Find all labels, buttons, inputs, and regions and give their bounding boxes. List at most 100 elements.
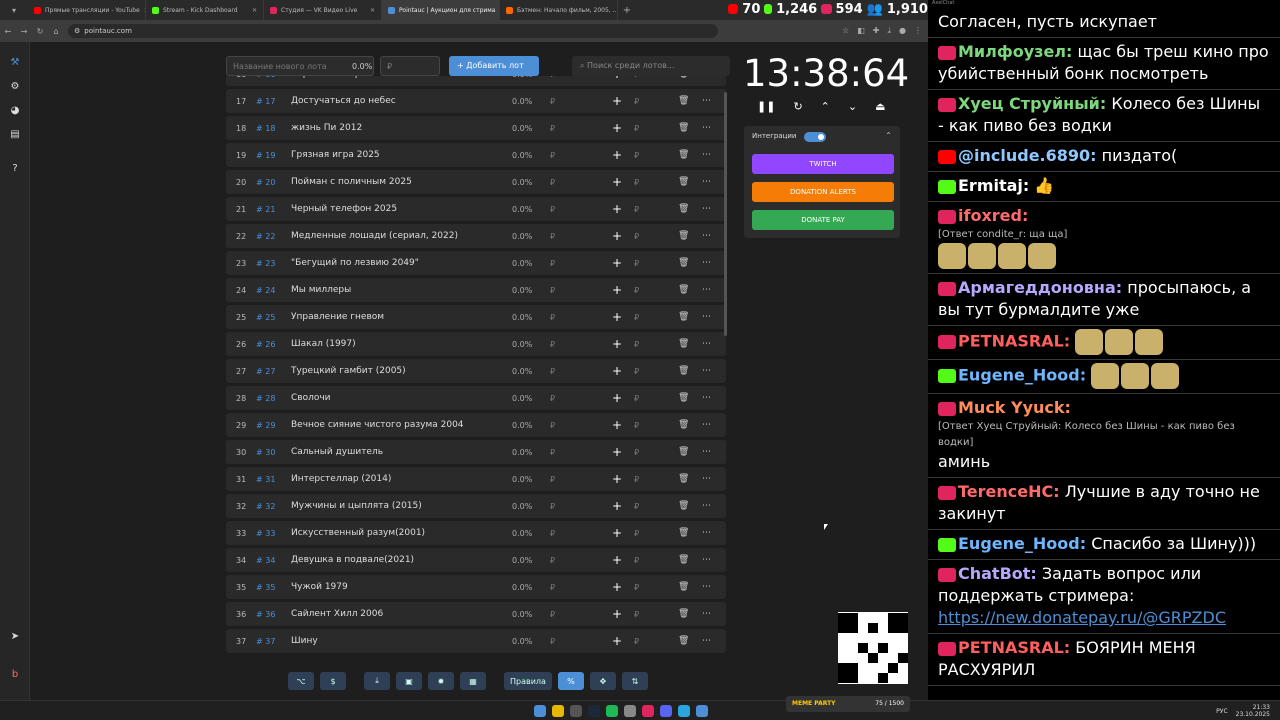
- lot-row[interactable]: 26 # 26 Шакал (1997) 0.0% ₽ + ₽ 🗑 ⋯: [226, 332, 726, 356]
- browser-task-icon[interactable]: [696, 705, 708, 717]
- add-amount-icon[interactable]: +: [612, 256, 622, 270]
- clear-icon[interactable]: ▦: [460, 672, 486, 690]
- spotify-icon[interactable]: [606, 705, 618, 717]
- lot-amount[interactable]: ₽: [550, 529, 555, 538]
- percent-mode-button[interactable]: %: [557, 672, 584, 690]
- lot-add-amount-input[interactable]: ₽: [634, 637, 639, 646]
- add-amount-icon[interactable]: +: [612, 148, 622, 162]
- telegram-task-icon[interactable]: [678, 705, 690, 717]
- lot-amount[interactable]: ₽: [550, 286, 555, 295]
- start-icon[interactable]: [534, 705, 546, 717]
- delete-icon[interactable]: 🗑: [678, 231, 689, 241]
- add-amount-icon[interactable]: +: [612, 580, 622, 594]
- lot-amount[interactable]: ₽: [550, 124, 555, 133]
- reload-icon[interactable]: ↻: [32, 27, 48, 36]
- more-icon[interactable]: ⋯: [702, 150, 711, 160]
- tray-lang[interactable]: РУС: [1216, 708, 1227, 715]
- delete-icon[interactable]: 🗑: [678, 636, 689, 646]
- more-icon[interactable]: ⋯: [702, 474, 711, 484]
- back-icon[interactable]: ←: [0, 27, 16, 36]
- delete-icon[interactable]: 🗑: [678, 123, 689, 133]
- add-amount-icon[interactable]: +: [612, 634, 622, 648]
- add-amount-icon[interactable]: +: [612, 337, 622, 351]
- more-icon[interactable]: ⋯: [702, 636, 711, 646]
- donate-link[interactable]: https://new.donatepay.ru/@GRPZDC: [938, 607, 1270, 629]
- lot-name[interactable]: Управление гневом: [291, 312, 384, 322]
- lot-row[interactable]: 36 # 36 Сайлент Хилл 2006 0.0% ₽ + ₽ 🗑 ⋯: [226, 602, 726, 626]
- lot-add-amount-input[interactable]: ₽: [634, 340, 639, 349]
- lot-row[interactable]: 32 # 32 Мужчины и цыплята (2015) 0.0% ₽ …: [226, 494, 726, 518]
- browser-tab[interactable]: Pointauc | Аукцион для стрима ✕: [382, 0, 500, 20]
- more-icon[interactable]: ⋯: [702, 258, 711, 268]
- lot-name[interactable]: Сайлент Хилл 2006: [291, 609, 383, 619]
- lot-name[interactable]: Искусственный разум(2001): [291, 528, 425, 538]
- more-icon[interactable]: ⋯: [702, 204, 711, 214]
- add-amount-icon[interactable]: +: [612, 175, 622, 189]
- lot-name[interactable]: Шакал (1997): [291, 339, 356, 349]
- lot-name[interactable]: Черный телефон 2021: [291, 76, 397, 79]
- lot-name[interactable]: Девушка в подвале(2021): [291, 555, 414, 565]
- delete-icon[interactable]: 🗑: [678, 204, 689, 214]
- forward-icon[interactable]: →: [16, 27, 32, 36]
- help-icon[interactable]: ?: [0, 156, 30, 180]
- chevron-up-icon[interactable]: ⌃: [885, 131, 892, 140]
- chat-username[interactable]: ChatBot:: [958, 564, 1037, 583]
- lot-row[interactable]: 19 # 19 Грязная игра 2025 0.0% ₽ + ₽ 🗑 ⋯: [226, 143, 726, 167]
- menu-icon[interactable]: ⋮: [914, 26, 922, 36]
- extension-icon[interactable]: ◧: [857, 26, 865, 36]
- donate-pay-button[interactable]: DONATE PAY: [752, 210, 894, 230]
- lot-name[interactable]: Медленные лошади (сериал, 2022): [291, 231, 458, 241]
- lot-row[interactable]: 16 # 16 Черный телефон 2021 0.0% ₽ + ₽ 🗑…: [226, 76, 726, 86]
- more-icon[interactable]: ⋯: [702, 528, 711, 538]
- lot-add-amount-input[interactable]: ₽: [634, 529, 639, 538]
- home-icon[interactable]: ⌂: [48, 27, 64, 36]
- twitch-button[interactable]: TWITCH: [752, 154, 894, 174]
- lot-amount[interactable]: ₽: [550, 259, 555, 268]
- lot-add-amount-input[interactable]: ₽: [634, 313, 639, 322]
- lot-add-amount-input[interactable]: ₽: [634, 178, 639, 187]
- add-amount-icon[interactable]: +: [612, 553, 622, 567]
- more-icon[interactable]: ⋯: [702, 420, 711, 430]
- lot-name[interactable]: Вечное сияние чистого разума 2004: [291, 420, 464, 430]
- star-icon[interactable]: ☆: [842, 26, 849, 36]
- lot-name[interactable]: Чужой 1979: [291, 582, 348, 592]
- lot-row[interactable]: 29 # 29 Вечное сияние чистого разума 200…: [226, 413, 726, 437]
- lot-add-amount-input[interactable]: ₽: [634, 124, 639, 133]
- more-icon[interactable]: ⋯: [702, 447, 711, 457]
- add-amount-icon[interactable]: +: [612, 121, 622, 135]
- lot-name[interactable]: Турецкий гамбит (2005): [291, 366, 406, 376]
- more-icon[interactable]: ⋯: [702, 501, 711, 511]
- delete-icon[interactable]: 🗑: [678, 312, 689, 322]
- delete-icon[interactable]: 🗑: [678, 555, 689, 565]
- more-icon[interactable]: ⋯: [702, 582, 711, 592]
- lot-add-amount-input[interactable]: ₽: [634, 448, 639, 457]
- puzzle-icon[interactable]: ✚: [873, 26, 880, 36]
- lot-row[interactable]: 33 # 33 Искусственный разум(2001) 0.0% ₽…: [226, 521, 726, 545]
- site-info-icon[interactable]: ⚙: [74, 27, 80, 35]
- add-amount-icon[interactable]: +: [612, 418, 622, 432]
- lot-name[interactable]: жизнь Пи 2012: [291, 123, 362, 133]
- lot-name[interactable]: Шину: [291, 636, 318, 646]
- lot-amount[interactable]: ₽: [550, 394, 555, 403]
- new-tab-button[interactable]: +: [618, 5, 636, 16]
- tab-search-button[interactable]: ▾: [0, 6, 28, 15]
- donation-alerts-button[interactable]: DONATION ALERTS: [752, 182, 894, 202]
- lot-add-amount-input[interactable]: ₽: [634, 286, 639, 295]
- more-icon[interactable]: ⋯: [702, 609, 711, 619]
- chat-username[interactable]: ΡΕΤΝΑЅRΑL:: [958, 332, 1070, 351]
- lot-name[interactable]: Мы миллеры: [291, 285, 351, 295]
- lot-amount[interactable]: ₽: [550, 340, 555, 349]
- delete-icon[interactable]: 🗑: [678, 339, 689, 349]
- delete-icon[interactable]: 🗑: [678, 609, 689, 619]
- lot-amount[interactable]: ₽: [550, 178, 555, 187]
- lot-add-amount-input[interactable]: ₽: [634, 205, 639, 214]
- chat-username[interactable]: Muck Yyuck:: [958, 398, 1071, 417]
- restart-icon[interactable]: ↻: [793, 100, 802, 113]
- sort-icon[interactable]: ⇅: [621, 672, 648, 690]
- dollar-icon[interactable]: $: [320, 672, 346, 690]
- lot-add-amount-input[interactable]: ₽: [634, 394, 639, 403]
- pause-icon[interactable]: ❚❚: [757, 100, 775, 113]
- delete-icon[interactable]: 🗑: [678, 582, 689, 592]
- delete-icon[interactable]: 🗑: [678, 177, 689, 187]
- integrations-toggle[interactable]: [804, 132, 826, 142]
